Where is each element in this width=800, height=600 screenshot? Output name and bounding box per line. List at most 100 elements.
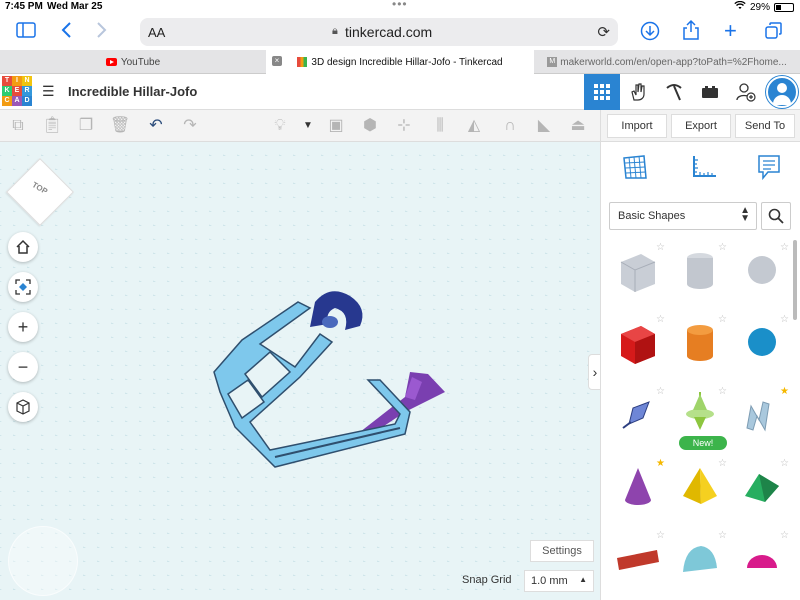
snap-grid-select[interactable]: 1.0 mm ▲ [524,570,594,592]
align-icon[interactable]: ⫼ [430,116,450,136]
multitask-dots[interactable]: ••• [392,0,408,11]
shape-box[interactable]: ☆ [609,312,667,378]
add-collaborator-button[interactable] [728,74,764,110]
favorite-star-icon[interactable]: ★ [656,458,665,469]
share-icon[interactable] [682,19,700,44]
shape-cone[interactable]: ★ [609,456,667,522]
sidebar-toggle-icon[interactable] [16,22,36,41]
shape-cylinder[interactable]: ☆ [671,312,729,378]
tab-youtube[interactable]: YouTube [0,50,266,74]
shape-text[interactable]: ☆ [609,528,667,594]
url-text[interactable]: tinkercad.com [345,24,432,40]
tab-overview-icon[interactable] [764,21,784,44]
sim-lab-button[interactable] [692,74,728,110]
zoom-in-button[interactable]: + [8,312,38,342]
shape-text-n[interactable]: ★ [733,384,791,450]
favorite-star-icon[interactable]: ☆ [718,314,727,325]
redo-icon[interactable]: ↷ [180,116,200,136]
panel-scrollbar[interactable] [793,240,797,320]
shape-half-sphere[interactable]: ☆ [733,528,791,594]
new-tab-icon[interactable]: + [724,20,737,42]
shape-library-select[interactable]: Basic Shapes ▲ ▼ [609,202,757,230]
shape-library-value: Basic Shapes [618,210,686,222]
blocks-button[interactable] [620,74,656,110]
fit-view-button[interactable] [8,272,38,302]
send-to-button[interactable]: Send To [735,114,795,138]
favorite-star-icon[interactable]: ☆ [656,386,665,397]
favorite-star-icon[interactable]: ☆ [780,242,789,253]
ungroup-icon[interactable]: ⬢ [360,116,380,136]
favorite-star-icon[interactable]: ★ [780,386,789,397]
zoom-out-button[interactable]: − [8,352,38,382]
shape-search-button[interactable] [761,202,791,230]
favorite-star-icon[interactable]: ☆ [718,458,727,469]
settings-button[interactable]: Settings [530,540,594,562]
3d-model[interactable] [200,282,460,472]
workplane-tool-icon[interactable] [617,152,653,188]
orbit-joystick[interactable] [8,526,78,596]
favorite-star-icon[interactable]: ☆ [718,530,727,541]
favorite-star-icon[interactable]: ☆ [780,458,789,469]
notes-bulb-icon[interactable]: 💡︎ [270,116,290,136]
design-menu-icon[interactable]: ☰ [42,83,55,100]
cube-icon [16,399,30,415]
back-icon[interactable] [60,21,72,42]
duplicate-icon[interactable]: ❐ [76,116,96,136]
tab-tinkercad[interactable]: × 3D design Incredible Hillar-Jofo - Tin… [266,50,534,74]
bricks-button[interactable] [656,74,692,110]
favorite-star-icon[interactable]: ☆ [656,242,665,253]
makerworld-icon: M [547,57,558,67]
paste-icon[interactable]: 📋︎ [42,116,62,136]
status-bar: 7:45 PM Wed Mar 25 ••• 29% [0,0,800,14]
user-avatar[interactable] [766,76,798,108]
copy-icon[interactable]: ⧉ [8,116,28,136]
undo-icon[interactable]: ↶ [146,116,166,136]
home-view-button[interactable] [8,232,38,262]
favorite-star-icon[interactable]: ☆ [656,314,665,325]
cruise-icon[interactable]: ⊹ [394,116,414,136]
forward-icon[interactable] [96,21,108,42]
favorite-star-icon[interactable]: ☆ [718,386,727,397]
export-button[interactable]: Export [671,114,731,138]
shape-sphere-hole[interactable]: ☆ [733,240,791,306]
favorite-star-icon[interactable]: ☆ [780,314,789,325]
tab-makerworld[interactable]: M makerworld.com/en/open-app?toPath=%2Fh… [534,50,800,74]
toolbox-icon [702,86,718,98]
reload-icon[interactable]: ⟳ [597,23,610,41]
logo-letter: R [22,86,32,96]
close-tab-icon[interactable]: × [272,56,282,66]
mirror-icon[interactable]: ◭ [464,116,484,136]
shape-sphere[interactable]: ☆ [733,312,791,378]
perspective-button[interactable] [8,392,38,422]
workplane-icon[interactable]: ⏏ [568,116,588,136]
shape-scribble[interactable]: ☆ [609,384,667,450]
shape-pyramid[interactable]: ☆ [671,456,729,522]
favorite-star-icon[interactable]: ☆ [780,530,789,541]
workplane-3d-view[interactable]: TOP + − › Settings Snap Grid 1.0 mm ▲ [0,142,600,600]
download-icon[interactable] [640,21,660,44]
panel-tools [601,146,800,196]
delete-icon[interactable]: 🗑︎ [110,116,130,136]
battery-icon [774,2,794,12]
ruler-icon[interactable]: ◣ [534,116,554,136]
shape-cylinder-hole[interactable]: ☆ [671,240,729,306]
group-icon[interactable]: ▣ [326,116,346,136]
notes-tool-icon[interactable] [751,152,787,188]
tinkercad-logo[interactable]: T I N K E R C A D [2,76,32,106]
favorite-star-icon[interactable]: ☆ [656,530,665,541]
3d-view-grid-button[interactable] [584,74,620,110]
shape-new-spinner[interactable]: ☆ New! [671,384,729,450]
address-bar[interactable]: AA 🔒︎ tinkercad.com ⟳ [140,18,618,46]
ruler-tool-icon[interactable] [685,152,721,188]
notes-dropdown-icon[interactable]: ▼ [298,116,318,136]
magnet-icon[interactable]: ∩ [500,116,520,136]
shape-box-hole[interactable]: ☆ [609,240,667,306]
reader-aa-button[interactable]: AA [148,25,165,40]
import-button[interactable]: Import [607,114,667,138]
shape-half-cylinder[interactable]: ☆ [671,528,729,594]
panel-collapse-tab[interactable]: › [588,354,600,390]
favorite-star-icon[interactable]: ☆ [718,242,727,253]
view-cube[interactable]: TOP [6,158,74,226]
shape-roof[interactable]: ☆ [733,456,791,522]
design-title[interactable]: Incredible Hillar-Jofo [68,84,197,99]
